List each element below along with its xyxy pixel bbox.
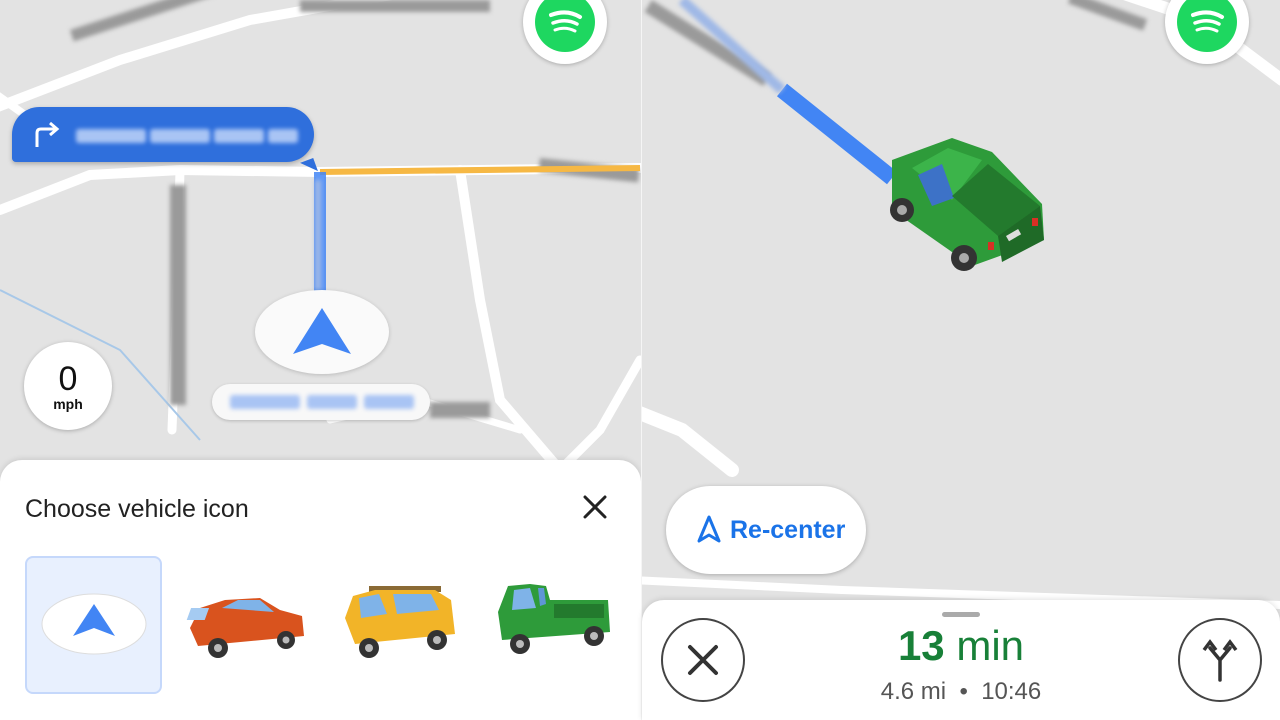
vehicle-option-yellow-suv[interactable]: [335, 556, 472, 694]
recenter-button[interactable]: Re-center: [666, 486, 866, 574]
close-icon[interactable]: [578, 490, 612, 524]
speedometer: 0 mph: [24, 342, 112, 430]
eta-number: 13: [897, 622, 945, 669]
speed-unit: mph: [53, 396, 83, 412]
vehicle-option-orange-car[interactable]: [180, 556, 317, 694]
turn-right-icon: [35, 121, 60, 147]
vehicle-icon-sheet: Choose vehicle icon: [0, 460, 641, 720]
separator: •: [959, 678, 968, 705]
spotify-icon: [1177, 0, 1237, 52]
sheet-title: Choose vehicle icon: [25, 495, 249, 523]
drag-handle[interactable]: [942, 612, 980, 617]
alternate-routes-button[interactable]: [1178, 618, 1262, 702]
alternate-routes-icon: [1202, 639, 1238, 682]
arrival-time: 10:46: [981, 678, 1042, 705]
spotify-icon: [535, 0, 595, 52]
blurred-current-street: [212, 384, 430, 420]
blurred-street-name: [76, 129, 306, 143]
recenter-label: Re-center: [730, 516, 846, 544]
turn-instruction-banner[interactable]: [12, 107, 314, 162]
map-view-left[interactable]: 0 mph Choose vehicle icon: [0, 0, 641, 720]
trip-summary-bar: 13 min 4.6 mi • 10:46: [642, 600, 1280, 720]
navigation-arrow-icon: [293, 308, 351, 354]
green-pickup-vehicle: [890, 138, 1044, 271]
current-location-puck: [255, 290, 389, 374]
eta-unit: min: [956, 622, 1025, 669]
speed-value: 0: [58, 360, 78, 398]
trip-distance: 4.6 mi: [880, 678, 947, 705]
navigation-arrow-icon: [697, 515, 721, 543]
vehicle-option-green-pickup[interactable]: [490, 556, 627, 694]
vehicle-options: [25, 556, 625, 694]
vehicle-option-arrow[interactable]: [25, 556, 162, 694]
